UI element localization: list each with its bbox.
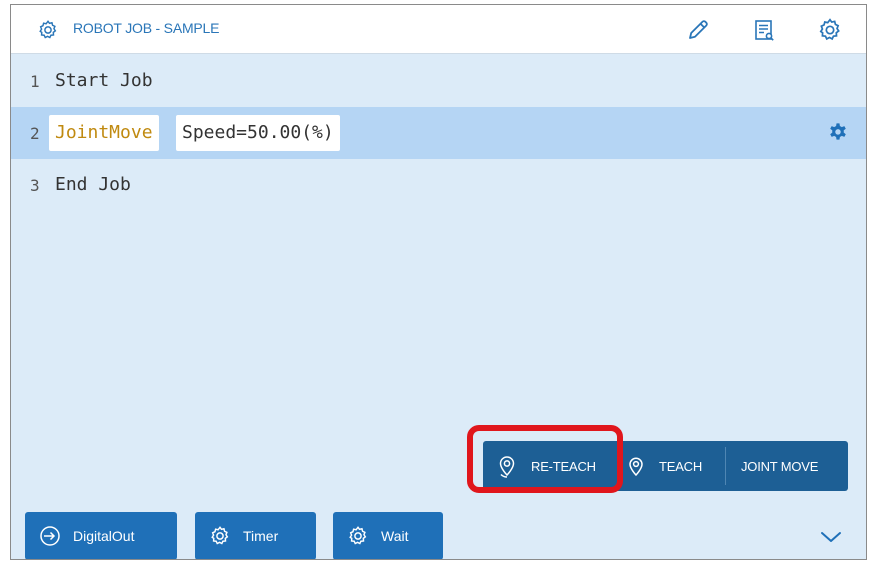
pencil-icon xyxy=(689,20,708,39)
location-pin-refresh-icon xyxy=(499,456,515,478)
teach-button[interactable]: TEACH xyxy=(627,441,702,491)
command-chip[interactable]: JointMove xyxy=(49,115,159,151)
reteach-button[interactable]: RE-TEACH xyxy=(497,441,596,491)
gear-icon xyxy=(39,20,57,39)
line-number: 2 xyxy=(30,124,40,143)
job-line-1[interactable]: 1 Start Job xyxy=(11,69,866,103)
view-list-button[interactable] xyxy=(751,17,777,43)
divider xyxy=(725,447,726,485)
teach-label: TEACH xyxy=(659,458,703,474)
line-text: Start Job xyxy=(55,70,153,91)
teach-button-group: RE-TEACH TEACH JOINT MOVE xyxy=(483,441,848,491)
sign-in-arrow-icon xyxy=(40,526,60,546)
settings-button[interactable] xyxy=(817,17,843,43)
location-pin-icon xyxy=(629,457,643,477)
digital-out-label: DigitalOut xyxy=(73,528,135,544)
reteach-label: RE-TEACH xyxy=(531,458,596,474)
joint-move-button[interactable]: JOINT MOVE xyxy=(741,441,818,491)
joint-move-label: JOINT MOVE xyxy=(741,458,819,474)
robot-job-window: ROBOT JOB - SAMPLE 1 Start Job 2 JointMo… xyxy=(10,4,867,560)
digital-out-button[interactable]: DigitalOut xyxy=(25,512,177,559)
window-title: ROBOT JOB - SAMPLE xyxy=(73,20,220,36)
parameter-chip[interactable]: Speed=50.00(%) xyxy=(176,115,340,151)
gear-icon xyxy=(819,18,840,41)
gear-icon xyxy=(211,526,229,545)
line-number: 3 xyxy=(30,176,40,195)
chevron-down-icon[interactable] xyxy=(819,527,843,547)
line-number: 1 xyxy=(30,72,40,91)
gear-icon[interactable] xyxy=(827,122,849,144)
gear-icon xyxy=(349,526,367,545)
timer-label: Timer xyxy=(243,528,279,544)
wait-button[interactable]: Wait xyxy=(333,512,443,559)
job-line-3[interactable]: 3 End Job xyxy=(11,173,866,207)
wait-label: Wait xyxy=(381,528,409,544)
title-bar: ROBOT JOB - SAMPLE xyxy=(11,5,866,54)
edit-button[interactable] xyxy=(685,17,711,43)
line-text: End Job xyxy=(55,174,131,195)
timer-button[interactable]: Timer xyxy=(195,512,316,559)
job-line-2-selected[interactable]: 2 JointMove Speed=50.00(%) xyxy=(11,107,866,159)
document-search-icon xyxy=(755,20,774,41)
